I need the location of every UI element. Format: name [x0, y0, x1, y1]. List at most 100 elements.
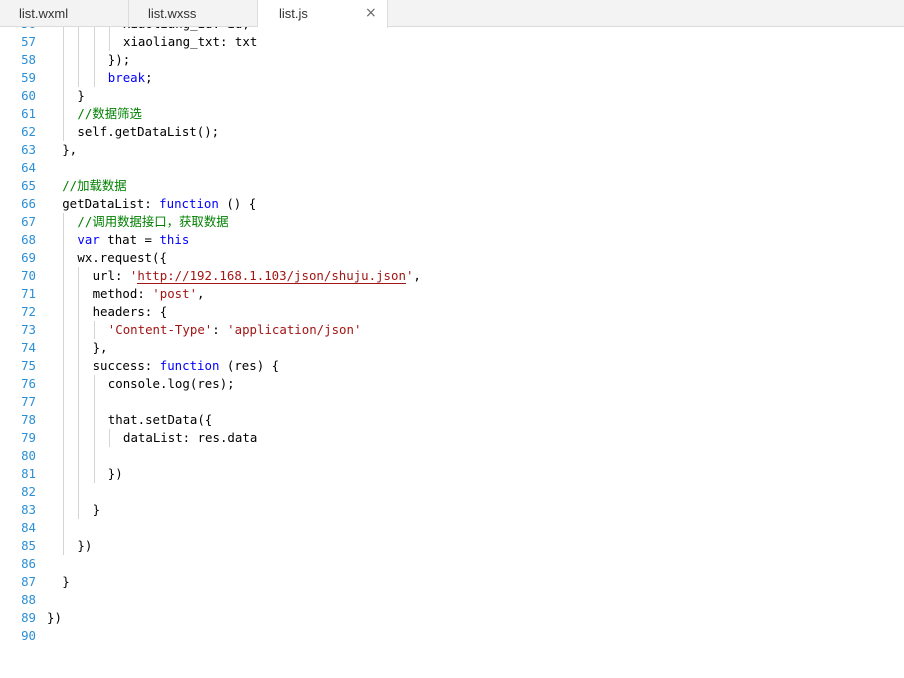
code-line: 63},	[0, 141, 904, 159]
line-number: 64	[21, 160, 36, 175]
code-token: break	[107, 70, 146, 85]
line-number: 81	[21, 466, 36, 481]
code-line: 60}	[0, 87, 904, 105]
code-lines: 56xiaoliang_id: id,57xiaoliang_txt: txt5…	[0, 27, 904, 645]
line-number: 68	[21, 232, 36, 247]
code-text: that.setData({	[108, 411, 212, 429]
code-token: headers: {	[92, 304, 168, 319]
code-token: },	[92, 340, 108, 355]
code-token: xiaoliang_txt: txt	[123, 34, 258, 49]
code-line: 69 wx.request({	[0, 249, 904, 267]
code-text: headers: {	[93, 303, 168, 321]
code-token: 'Content-Type'	[107, 322, 213, 337]
code-line: 81})	[0, 465, 904, 483]
code-line: 85})	[0, 537, 904, 555]
indent-guide	[108, 429, 110, 447]
indent-guide	[93, 27, 95, 87]
code-line: 79 dataList: res.data	[0, 429, 904, 447]
close-icon[interactable]: ×	[365, 0, 377, 27]
code-line: 76 console.log(res);	[0, 375, 904, 393]
code-token: }	[77, 88, 85, 103]
code-line: 67 //调用数据接口，获取数据	[0, 213, 904, 231]
code-text: //数据筛选	[77, 105, 141, 123]
line-number: 57	[21, 34, 36, 49]
code-token: success:	[92, 358, 160, 373]
tab-list-wxml[interactable]: list.wxml	[0, 0, 129, 27]
line-number: 86	[21, 556, 36, 571]
tab-list-js[interactable]: list.js ×	[258, 0, 388, 28]
code-text: //调用数据接口，获取数据	[77, 213, 228, 231]
code-text: wx.request({	[77, 249, 167, 267]
indent-guide	[63, 213, 65, 555]
code-token: :	[212, 322, 228, 337]
line-number: 79	[21, 430, 36, 445]
code-line: 57 xiaoliang_txt: txt	[0, 33, 904, 51]
line-number: 80	[21, 448, 36, 463]
code-token: }	[92, 502, 101, 517]
indent-guide	[93, 321, 95, 339]
code-token: 'application/json'	[227, 322, 362, 337]
code-text: })	[77, 537, 92, 555]
tab-label: list.js	[279, 6, 308, 21]
line-number: 84	[21, 520, 36, 535]
code-token: url:	[92, 268, 130, 283]
code-line: 72 headers: {	[0, 303, 904, 321]
line-number: 59	[21, 70, 36, 85]
code-text: dataList: res.data	[123, 429, 257, 447]
line-number: 90	[21, 628, 36, 643]
indent-guide	[78, 27, 80, 87]
code-text: console.log(res);	[108, 375, 235, 393]
code-text: success: function (res) {	[93, 357, 280, 375]
code-text: method: 'post',	[93, 285, 205, 303]
code-token: })	[47, 610, 62, 625]
code-text: })	[47, 609, 62, 627]
code-text: url: 'http://192.168.1.103/json/shuju.js…	[93, 267, 421, 285]
code-token: method:	[92, 286, 153, 301]
line-number: 65	[21, 178, 36, 193]
tab-list-wxss[interactable]: list.wxss	[129, 0, 258, 27]
code-line: 65 //加载数据	[0, 177, 904, 195]
line-number: 78	[21, 412, 36, 427]
url-link[interactable]: http://192.168.1.103/json/shuju.json	[137, 268, 406, 284]
code-line: 84	[0, 519, 904, 537]
code-line: 71 method: 'post',	[0, 285, 904, 303]
code-text: })	[108, 465, 123, 483]
code-line: 58});	[0, 51, 904, 69]
line-number: 83	[21, 502, 36, 517]
code-token: },	[62, 142, 78, 157]
code-text: //加载数据	[62, 177, 126, 195]
code-token: }	[62, 574, 70, 589]
code-token: dataList: res.data	[123, 430, 258, 445]
code-line: 59 break;	[0, 69, 904, 87]
line-number: 75	[21, 358, 36, 373]
code-token: //加载数据	[62, 178, 127, 193]
indent-guide	[93, 375, 95, 483]
line-number: 85	[21, 538, 36, 553]
code-token: //数据筛选	[77, 106, 142, 121]
tab-bar: list.wxml list.wxss list.js ×	[0, 0, 904, 28]
code-line: 80	[0, 447, 904, 465]
line-number: 82	[21, 484, 36, 499]
line-number: 62	[21, 124, 36, 139]
indent-guide	[108, 27, 110, 51]
code-token: ,	[197, 286, 205, 301]
code-line: 74},	[0, 339, 904, 357]
line-number: 87	[21, 574, 36, 589]
code-line: 66 getDataList: function () {	[0, 195, 904, 213]
code-editor[interactable]: 56xiaoliang_id: id,57xiaoliang_txt: txt5…	[0, 27, 904, 678]
code-line: 78 that.setData({	[0, 411, 904, 429]
code-line: 75 success: function (res) {	[0, 357, 904, 375]
code-line: 70 url: 'http://192.168.1.103/json/shuju.…	[0, 267, 904, 285]
code-text: }	[77, 87, 84, 105]
code-line: 64	[0, 159, 904, 177]
code-token: });	[107, 52, 131, 67]
code-line: 61 //数据筛选	[0, 105, 904, 123]
line-number: 70	[21, 268, 36, 283]
line-number: 77	[21, 394, 36, 409]
code-text: }	[93, 501, 100, 519]
code-token: getDataList:	[62, 196, 160, 211]
code-line: 77	[0, 393, 904, 411]
code-line: 82	[0, 483, 904, 501]
line-number: 63	[21, 142, 36, 157]
code-text: },	[93, 339, 108, 357]
